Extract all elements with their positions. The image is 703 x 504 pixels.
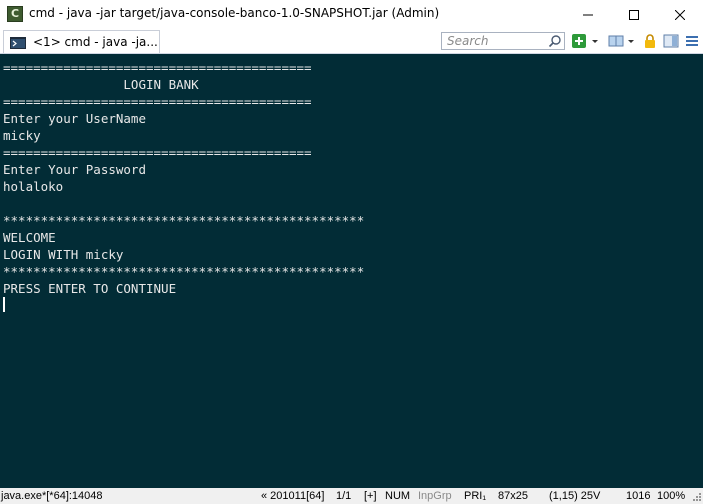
console-line: ========================================…: [3, 60, 312, 75]
close-icon: [675, 9, 685, 20]
split-view-icon[interactable]: [608, 33, 624, 49]
title-bar: C cmd - java -jar target/java-console-ba…: [0, 0, 703, 29]
search-input[interactable]: Search: [441, 32, 565, 50]
conemu-app-icon[interactable]: C: [7, 6, 23, 22]
console-output[interactable]: ========================================…: [0, 54, 703, 488]
status-count[interactable]: 1016: [626, 489, 650, 503]
status-process[interactable]: java.exe*[*64]:14048: [1, 489, 103, 503]
new-console-icon[interactable]: [571, 33, 587, 49]
console-line: WELCOME: [3, 230, 56, 245]
console-line: holaloko: [3, 179, 64, 194]
status-pages[interactable]: 1/1: [336, 489, 351, 503]
window-title: cmd - java -jar target/java-console-banc…: [29, 6, 440, 20]
maximize-icon: [629, 9, 639, 20]
status-size[interactable]: 87x25: [498, 489, 528, 503]
search-placeholder: Search: [447, 34, 489, 48]
chevron-down-icon[interactable]: [590, 33, 600, 49]
console-line: ========================================…: [3, 145, 312, 160]
tab-toolbar: <1> cmd - java -ja... Search: [0, 29, 703, 54]
status-zoom[interactable]: 100%: [657, 489, 685, 503]
console-line: Enter your UserName: [3, 111, 146, 126]
console-line: LOGIN BANK: [3, 77, 199, 92]
resize-grip-icon[interactable]: [691, 491, 702, 502]
chevron-down-icon[interactable]: [626, 33, 636, 49]
console-tab-icon: [10, 37, 26, 49]
status-cursor-pos[interactable]: (1,15) 25V: [549, 489, 600, 503]
console-line: ****************************************…: [3, 213, 365, 228]
text-cursor: [3, 297, 5, 312]
console-line: ****************************************…: [3, 264, 365, 279]
maximize-button[interactable]: [611, 0, 657, 29]
search-icon[interactable]: [548, 34, 562, 48]
console-line: micky: [3, 128, 41, 143]
status-build[interactable]: « 201011[64]: [261, 489, 324, 503]
status-num[interactable]: NUM: [385, 489, 410, 503]
status-plus[interactable]: [+]: [364, 489, 377, 503]
lock-icon[interactable]: [642, 33, 658, 49]
console-line: PRESS ENTER TO CONTINUE: [3, 281, 177, 296]
minimize-button[interactable]: [565, 0, 611, 29]
status-inpgrp[interactable]: InpGrp: [418, 489, 452, 503]
console-line: ========================================…: [3, 94, 312, 109]
close-button[interactable]: [657, 0, 703, 29]
menu-icon[interactable]: [684, 33, 700, 49]
status-bar: java.exe*[*64]:14048 « 201011[64] 1/1 [+…: [0, 488, 703, 504]
layout-toggle-icon[interactable]: [663, 33, 679, 49]
status-priority[interactable]: PRI₁: [464, 489, 486, 503]
minimize-icon: [583, 14, 593, 15]
console-line: Enter Your Password: [3, 162, 146, 177]
console-tab[interactable]: <1> cmd - java -ja...: [3, 30, 160, 53]
console-line: LOGIN WITH micky: [3, 247, 124, 262]
console-tab-label: <1> cmd - java -ja...: [33, 35, 158, 49]
